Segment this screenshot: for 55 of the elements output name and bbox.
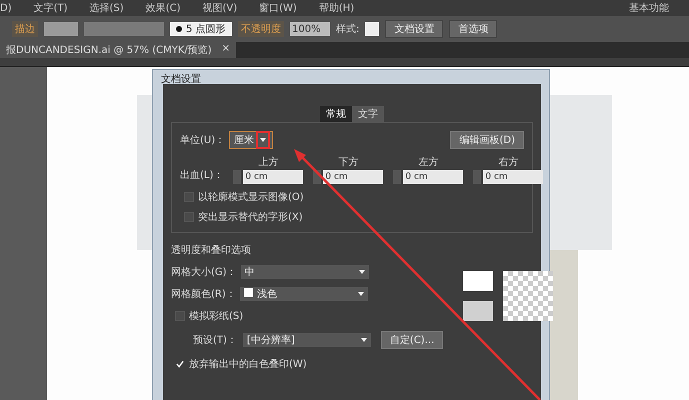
- grid-color-dropdown[interactable]: 浅色: [240, 287, 368, 301]
- dot-icon: [176, 26, 182, 32]
- variable-width-field[interactable]: [84, 22, 164, 36]
- bleed-field[interactable]: 0 cm: [243, 170, 304, 184]
- caret-icon: [358, 292, 364, 296]
- workspace-switcher[interactable]: 基本功能: [629, 1, 669, 15]
- menu-item[interactable]: 文字(T): [34, 1, 68, 15]
- checkbox-label: 模拟彩纸(S): [189, 310, 244, 323]
- bleed-field[interactable]: 0 cm: [483, 170, 544, 184]
- caret-icon: [358, 270, 365, 274]
- units-label: 单位(U)：: [180, 134, 226, 147]
- section-title: 透明度和叠印选项: [171, 244, 252, 257]
- checkbox-label: 以轮廓模式显示图像(O): [198, 190, 304, 204]
- checkbox[interactable]: [175, 311, 185, 321]
- style-label: 样式:: [336, 22, 360, 36]
- custom-button[interactable]: 自定(C)...: [380, 331, 444, 349]
- tab[interactable]: 文字: [352, 106, 384, 122]
- style-swatch[interactable]: [365, 22, 380, 36]
- menu-item[interactable]: 效果(C): [146, 1, 180, 15]
- bleed-side-label: 右方: [498, 156, 518, 169]
- bleed-side-label: 上方: [258, 156, 278, 169]
- bleed-field[interactable]: 0 cm: [403, 170, 464, 184]
- dialog-title: 文档设置: [160, 72, 202, 84]
- toolbar-button[interactable]: 文档设置: [385, 20, 444, 38]
- grid-size-dropdown[interactable]: 中: [240, 265, 369, 279]
- document-tab[interactable]: 报DUNCANDESIGN.ai @ 57% (CMYK/预览) ×: [0, 42, 236, 58]
- bleed-side-label: 下方: [338, 156, 358, 169]
- bleed-side-label: 左方: [418, 156, 438, 169]
- menu-item[interactable]: 帮助(H): [318, 1, 354, 15]
- units-dropdown[interactable]: 厘米: [229, 131, 274, 149]
- checkbox[interactable]: [184, 192, 194, 202]
- toolbar-button[interactable]: 首选项: [449, 20, 498, 38]
- checkbox-label: 突出显示替代的字形(X): [198, 210, 303, 224]
- menu-item[interactable]: 窗口(W): [259, 1, 297, 15]
- bleed-field[interactable]: 0 cm: [323, 170, 384, 184]
- stroke-weight-field[interactable]: [44, 22, 78, 36]
- preset-dropdown[interactable]: [中分辨率]: [242, 333, 371, 347]
- checkbox[interactable]: [184, 212, 194, 222]
- preset-label: 预设(T)：: [193, 334, 237, 347]
- paper-swatch: [463, 271, 494, 291]
- color-chip: [244, 288, 253, 297]
- checkbox-label: 放弃输出中的白色叠印(W): [189, 358, 307, 371]
- edit-artboards-button[interactable]: 编辑画板(D): [450, 131, 524, 149]
- menu-item[interactable]: 视图(V): [202, 1, 238, 15]
- tab[interactable]: 常规: [320, 106, 352, 122]
- grid-color-label: 网格颜色(R)：: [171, 288, 236, 301]
- bleed-label: 出血(L)：: [180, 168, 224, 183]
- menu-item[interactable]: 选择(S): [90, 1, 124, 15]
- grid-swatch: [463, 301, 494, 321]
- caret-icon: [360, 338, 367, 342]
- brush-dropdown[interactable]: 5 点圆形: [170, 22, 232, 36]
- opacity-field[interactable]: 100%: [290, 22, 330, 36]
- grid-size-label: 网格大小(G)：: [171, 266, 237, 279]
- menu-item[interactable]: D): [0, 2, 12, 14]
- transparency-grid-preview: [503, 271, 554, 321]
